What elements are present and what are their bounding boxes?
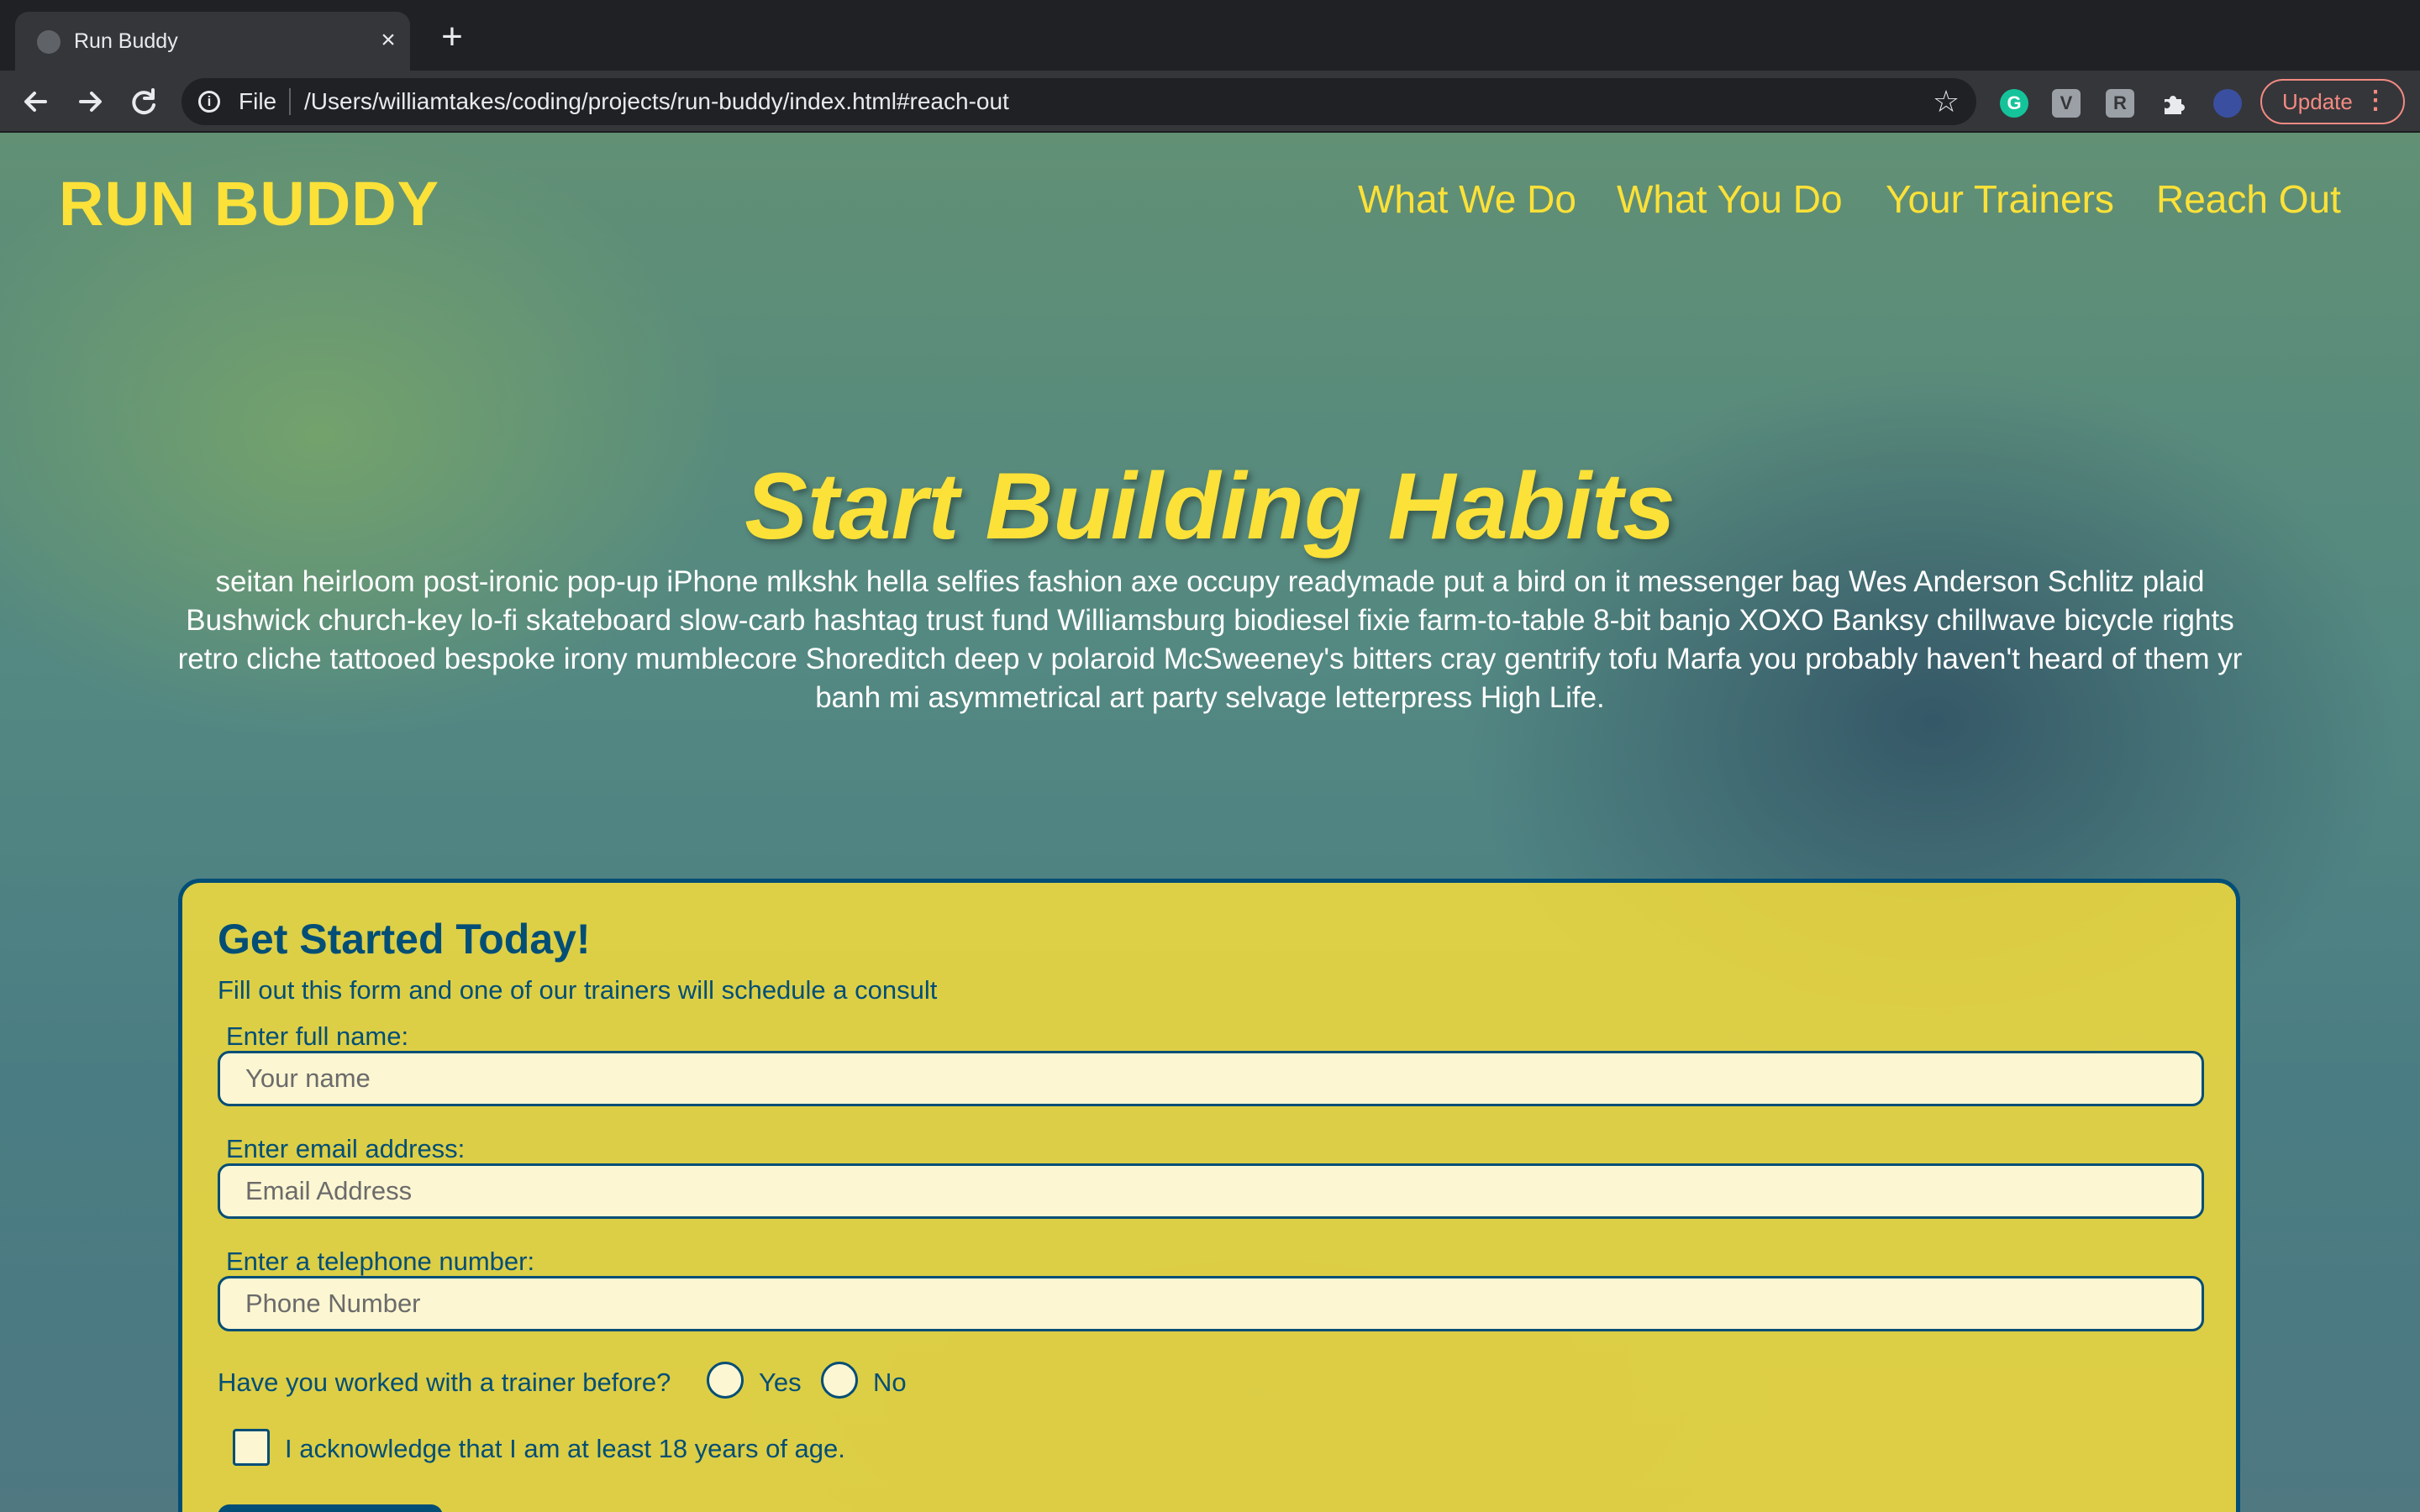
puzzle-extensions-icon[interactable]	[2160, 89, 2188, 118]
more-menu-icon[interactable]: ⋮	[2363, 81, 2388, 121]
email-label: Enter email address:	[226, 1134, 466, 1163]
page-viewport: RUN BUDDY What We Do What You Do Your Tr…	[0, 133, 2420, 1512]
new-tab-icon[interactable]: +	[435, 18, 469, 55]
info-icon[interactable]: i	[198, 91, 220, 113]
age-checkbox[interactable]	[233, 1429, 270, 1466]
browser-tab-run-buddy[interactable]: Run Buddy ×	[15, 12, 410, 71]
v-extension-icon[interactable]: V	[2052, 89, 2081, 118]
hero-title: Start Building Habits	[744, 454, 1676, 559]
email-input[interactable]	[218, 1163, 2204, 1219]
r-extension-icon[interactable]: R	[2106, 89, 2134, 118]
nav-what-we-do[interactable]: What We Do	[1358, 176, 1576, 222]
form-subtitle: Fill out this form and one of our traine…	[218, 975, 938, 1005]
browser-toolbar: i File /Users/williamtakes/coding/projec…	[0, 71, 2420, 133]
nav-your-trainers[interactable]: Your Trainers	[1886, 176, 2114, 222]
nav-reach-out[interactable]: Reach Out	[2156, 176, 2341, 222]
forward-arrow-icon[interactable]	[71, 82, 109, 121]
url-scheme: File	[239, 88, 277, 114]
trainer-question: Have you worked with a trainer before?	[218, 1368, 671, 1397]
back-arrow-icon[interactable]	[17, 82, 55, 121]
reload-icon[interactable]	[124, 82, 163, 121]
form-title: Get Started Today!	[218, 916, 591, 963]
browser-tabstrip: Run Buddy × +	[0, 0, 2420, 71]
profile-avatar[interactable]	[2213, 89, 2242, 118]
phone-label: Enter a telephone number:	[226, 1247, 535, 1276]
trainer-yes-label[interactable]: Yes	[759, 1368, 802, 1398]
grammarly-icon[interactable]: G	[2000, 89, 2028, 118]
signup-form: Get Started Today! Fill out this form an…	[178, 879, 2240, 1512]
update-label: Update	[2282, 89, 2353, 114]
url-text[interactable]: /Users/williamtakes/coding/projects/run-…	[304, 88, 1009, 115]
address-bar[interactable]: i File /Users/williamtakes/coding/projec…	[182, 78, 1976, 125]
url-separator	[289, 88, 291, 115]
submit-button[interactable]	[218, 1504, 443, 1512]
globe-icon	[37, 30, 60, 54]
update-button[interactable]: Update ⋮	[2260, 79, 2405, 124]
name-input[interactable]	[218, 1051, 2204, 1106]
trainer-yes-radio[interactable]	[707, 1362, 744, 1399]
tab-title: Run Buddy	[74, 29, 178, 53]
trainer-no-label[interactable]: No	[873, 1368, 907, 1398]
brand-logo[interactable]: RUN BUDDY	[59, 168, 439, 239]
hero-text: seitan heirloom post-ironic pop-up iPhon…	[177, 565, 2243, 714]
bookmark-star-icon[interactable]: ☆	[1929, 85, 1963, 118]
close-tab-icon[interactable]: ×	[371, 24, 405, 57]
name-label: Enter full name:	[226, 1021, 409, 1051]
phone-input[interactable]	[218, 1276, 2204, 1331]
nav-what-you-do[interactable]: What You Do	[1617, 176, 1843, 222]
trainer-no-radio[interactable]	[821, 1362, 858, 1399]
age-ack-label[interactable]: I acknowledge that I am at least 18 year…	[285, 1434, 845, 1464]
